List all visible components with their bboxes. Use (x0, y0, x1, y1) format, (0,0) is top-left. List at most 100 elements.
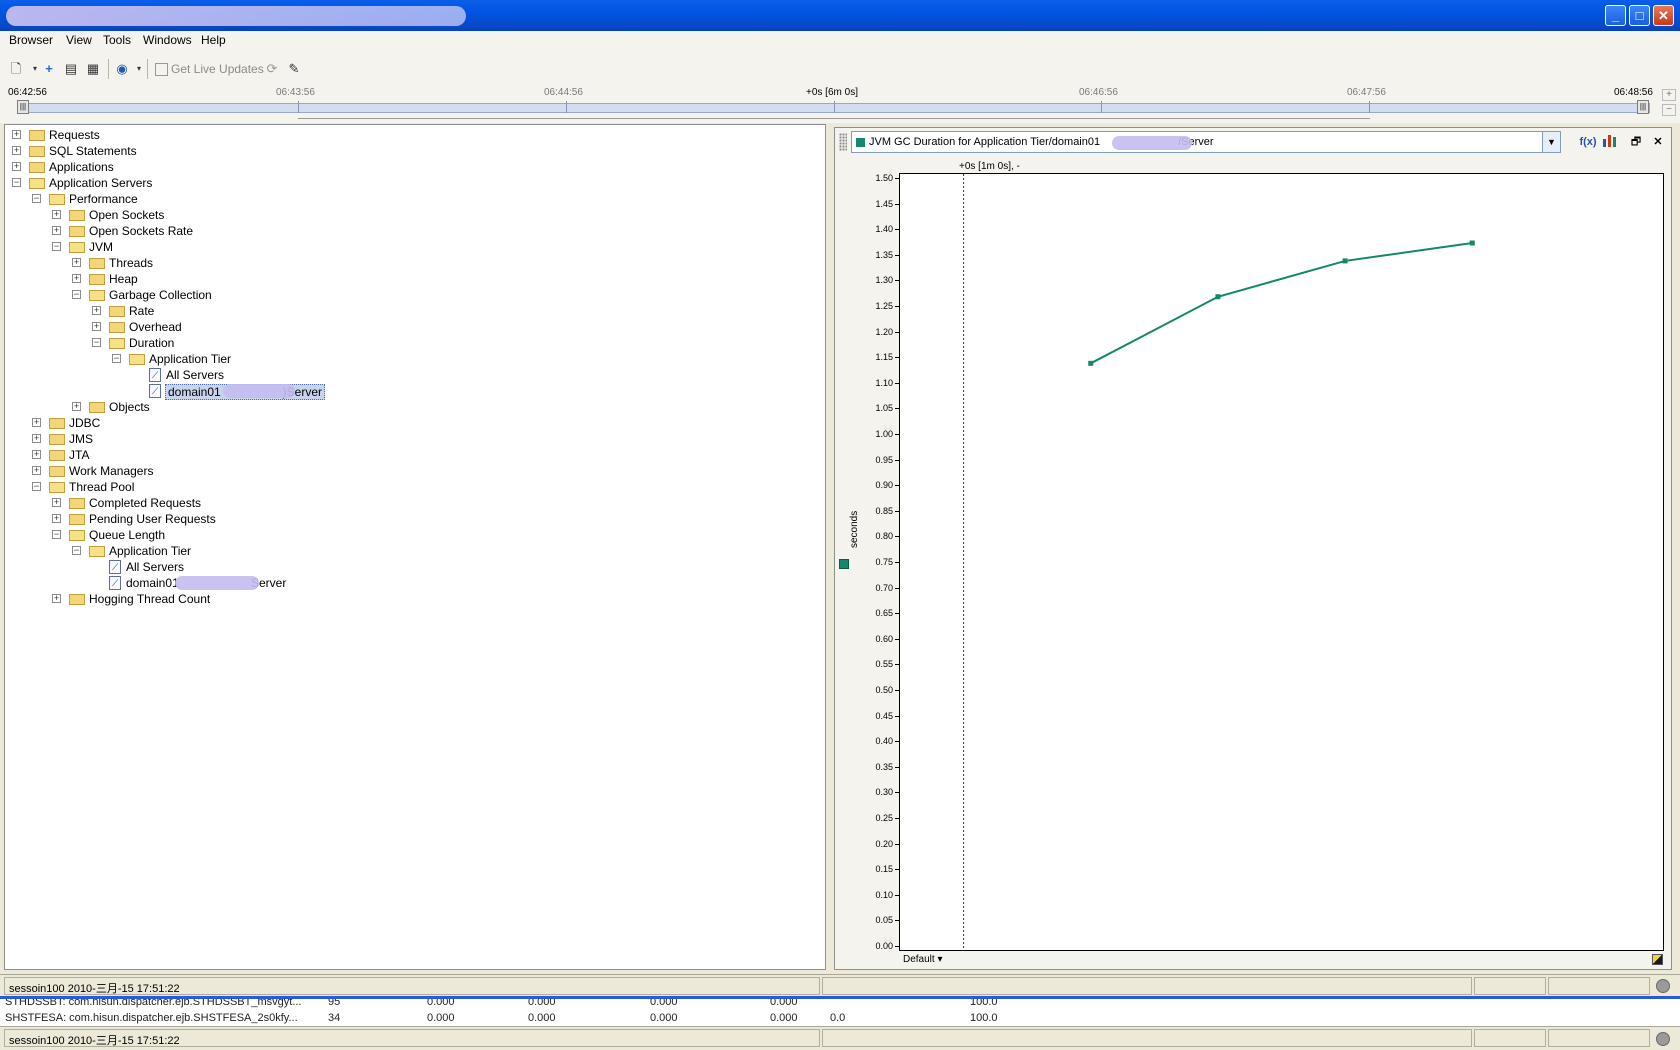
y-tick-label: 1.05 (875, 403, 893, 414)
default-scale-select[interactable]: Default ▾ (903, 954, 943, 965)
collapse-icon[interactable]: − (32, 482, 41, 491)
y-tick-label: 0.60 (875, 633, 893, 644)
status-cell-empty (1474, 1029, 1546, 1047)
live-updates-checkbox[interactable] (155, 63, 168, 76)
minimize-button[interactable]: _ (1605, 5, 1626, 26)
folder-icon (29, 162, 45, 173)
bg-cell: 0.000 (650, 1012, 678, 1024)
y-tick-label: 0.95 (875, 454, 893, 465)
tree-label: Thread Pool (69, 480, 135, 494)
collapse-icon[interactable]: − (112, 354, 121, 363)
metrics-tree[interactable]: + Requests + SQL Statements + Applicatio… (4, 124, 826, 970)
y-tick-label: 1.50 (875, 173, 893, 183)
legend-swatch (839, 559, 849, 569)
tree-label: Rate (129, 304, 155, 318)
plot-area[interactable] (899, 173, 1664, 951)
y-tick-label: 0.90 (875, 480, 893, 491)
expand-icon[interactable]: + (32, 466, 41, 475)
title-bar[interactable]: _ □ ✕ (0, 0, 1680, 31)
y-tick-label: 0.05 (875, 915, 893, 926)
menu-help[interactable]: Help (201, 33, 226, 47)
collapse-icon[interactable]: − (12, 178, 21, 187)
expand-icon[interactable]: + (72, 402, 81, 411)
expand-icon[interactable]: + (12, 162, 21, 171)
chevron-down-icon[interactable]: ▼ (1542, 132, 1560, 152)
maximize-button[interactable]: □ (1629, 5, 1650, 26)
open-folder-icon (89, 546, 105, 557)
collapse-icon[interactable]: − (32, 194, 41, 203)
expand-icon[interactable]: + (52, 210, 61, 219)
expand-icon[interactable]: + (92, 322, 101, 331)
new-icon[interactable]: 🗋 (8, 61, 24, 77)
refresh-icon[interactable]: ⟳ (264, 61, 280, 77)
data-point (1342, 258, 1348, 264)
close-button[interactable]: ✕ (1653, 5, 1674, 26)
timeline-tick (566, 101, 567, 113)
bg-cell: 100.0 (970, 1012, 998, 1024)
expand-icon[interactable]: + (12, 146, 21, 155)
tree-label: Pending User Requests (89, 512, 216, 526)
expand-icon[interactable]: + (52, 498, 61, 507)
folder-icon (69, 594, 85, 605)
expand-icon[interactable]: + (92, 306, 101, 315)
chart-series-select[interactable]: JVM GC Duration for Application Tier/dom… (851, 131, 1561, 153)
close-icon[interactable]: ✕ (1649, 133, 1667, 151)
expand-icon[interactable]: + (32, 418, 41, 427)
expand-icon[interactable]: + (52, 226, 61, 235)
settings-icon[interactable]: ▦ (85, 61, 101, 77)
folder-icon (89, 258, 105, 269)
collapse-icon[interactable]: − (72, 290, 81, 299)
menu-windows[interactable]: Windows (143, 33, 192, 47)
menu-browser[interactable]: Browser (9, 33, 53, 47)
zoom-out-icon[interactable]: − (1662, 104, 1676, 116)
expand-icon[interactable]: + (12, 130, 21, 139)
open-folder-icon (129, 354, 145, 365)
drag-grip-icon[interactable] (839, 133, 847, 151)
bar-chart-icon[interactable] (1601, 133, 1619, 151)
expand-icon[interactable]: + (32, 450, 41, 459)
y-tick-label: 1.10 (875, 377, 893, 388)
restore-icon[interactable]: 🗗 (1627, 133, 1645, 151)
tree-node-queue-domain-server[interactable]: ⟋ domain01 Server (109, 575, 289, 591)
collapse-icon[interactable]: − (92, 338, 101, 347)
expand-icon[interactable]: + (52, 514, 61, 523)
menu-tools[interactable]: Tools (103, 33, 131, 47)
menu-view[interactable]: View (66, 33, 92, 47)
bg-cell: 0.0 (830, 1012, 846, 1024)
folder-icon (29, 130, 45, 141)
y-tick-label: 0.70 (875, 582, 893, 593)
y-tick-label: 0.80 (875, 531, 893, 542)
expand-icon[interactable]: + (72, 258, 81, 267)
y-tick-label: 1.30 (875, 275, 893, 286)
expand-icon[interactable]: + (52, 594, 61, 603)
timeline-end-handle[interactable]: ||| (1637, 100, 1649, 114)
status-cell-empty (822, 1029, 1472, 1047)
tree-label: All Servers (166, 368, 225, 382)
properties-icon[interactable]: ▤ (63, 61, 79, 77)
timeline[interactable]: 06:42:56 06:43:56 06:44:56 +0s [6m 0s] 0… (0, 85, 1680, 123)
resize-corner-icon[interactable] (1652, 954, 1663, 965)
expand-icon[interactable]: + (72, 274, 81, 283)
bg-cell: 0.000 (770, 1012, 798, 1024)
status-cell-empty (1474, 977, 1546, 995)
tree-label: Garbage Collection (109, 288, 212, 302)
collapse-icon[interactable]: − (72, 546, 81, 555)
collapse-icon[interactable]: − (52, 530, 61, 539)
time-marker-label: +0s [1m 0s], - (959, 161, 1020, 172)
pin-icon[interactable]: ✎ (286, 61, 302, 77)
tree-label: Objects (109, 400, 150, 414)
collapse-icon[interactable]: − (52, 242, 61, 251)
function-icon[interactable]: f(x) (1579, 133, 1597, 151)
redacted-window-title (6, 6, 466, 26)
add-icon[interactable]: + (41, 61, 57, 77)
tree-label: Duration (129, 336, 175, 350)
tree-node-domain-server-selected[interactable]: ⟋ domain01 )Server (149, 383, 329, 400)
live-updates-label: Get Live Updates (171, 62, 264, 76)
y-tick-label: 1.25 (875, 301, 893, 311)
globe-icon[interactable]: ◉ (114, 61, 130, 77)
zoom-in-icon[interactable]: + (1662, 89, 1676, 101)
y-tick-label: 1.45 (875, 198, 893, 209)
timeline-start-handle[interactable]: ||| (17, 100, 29, 114)
expand-icon[interactable]: + (32, 434, 41, 443)
globe-dropdown-icon[interactable]: ▾ (131, 61, 147, 77)
